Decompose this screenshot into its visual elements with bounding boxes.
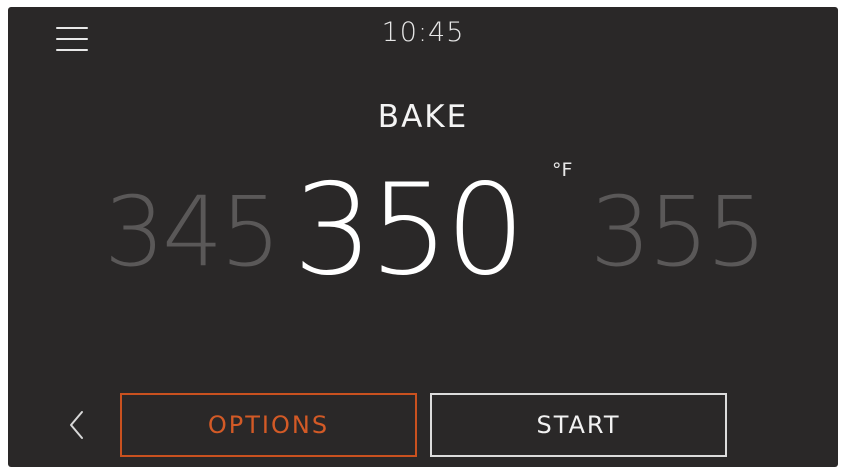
temperature-unit: °F: [552, 159, 573, 181]
options-button[interactable]: OPTIONS: [120, 393, 417, 457]
temperature-selector[interactable]: 345 350 °F 355: [8, 159, 838, 297]
cooking-mode-title: BAKE: [377, 99, 469, 135]
menu-line: [56, 49, 88, 51]
back-button[interactable]: [64, 407, 90, 443]
start-button[interactable]: START: [430, 393, 727, 457]
start-button-label: START: [536, 411, 621, 439]
clock-time: 10:45: [381, 17, 465, 48]
oven-control-screen: 10:45 BAKE 345 350 °F 355 OPTIONS START: [8, 7, 838, 467]
temperature-previous-option[interactable]: 345: [104, 177, 281, 287]
options-button-label: OPTIONS: [207, 411, 330, 439]
chevron-left-icon: [70, 411, 83, 439]
temperature-current-value[interactable]: 350: [293, 167, 525, 293]
temperature-next-option[interactable]: 355: [590, 177, 767, 287]
